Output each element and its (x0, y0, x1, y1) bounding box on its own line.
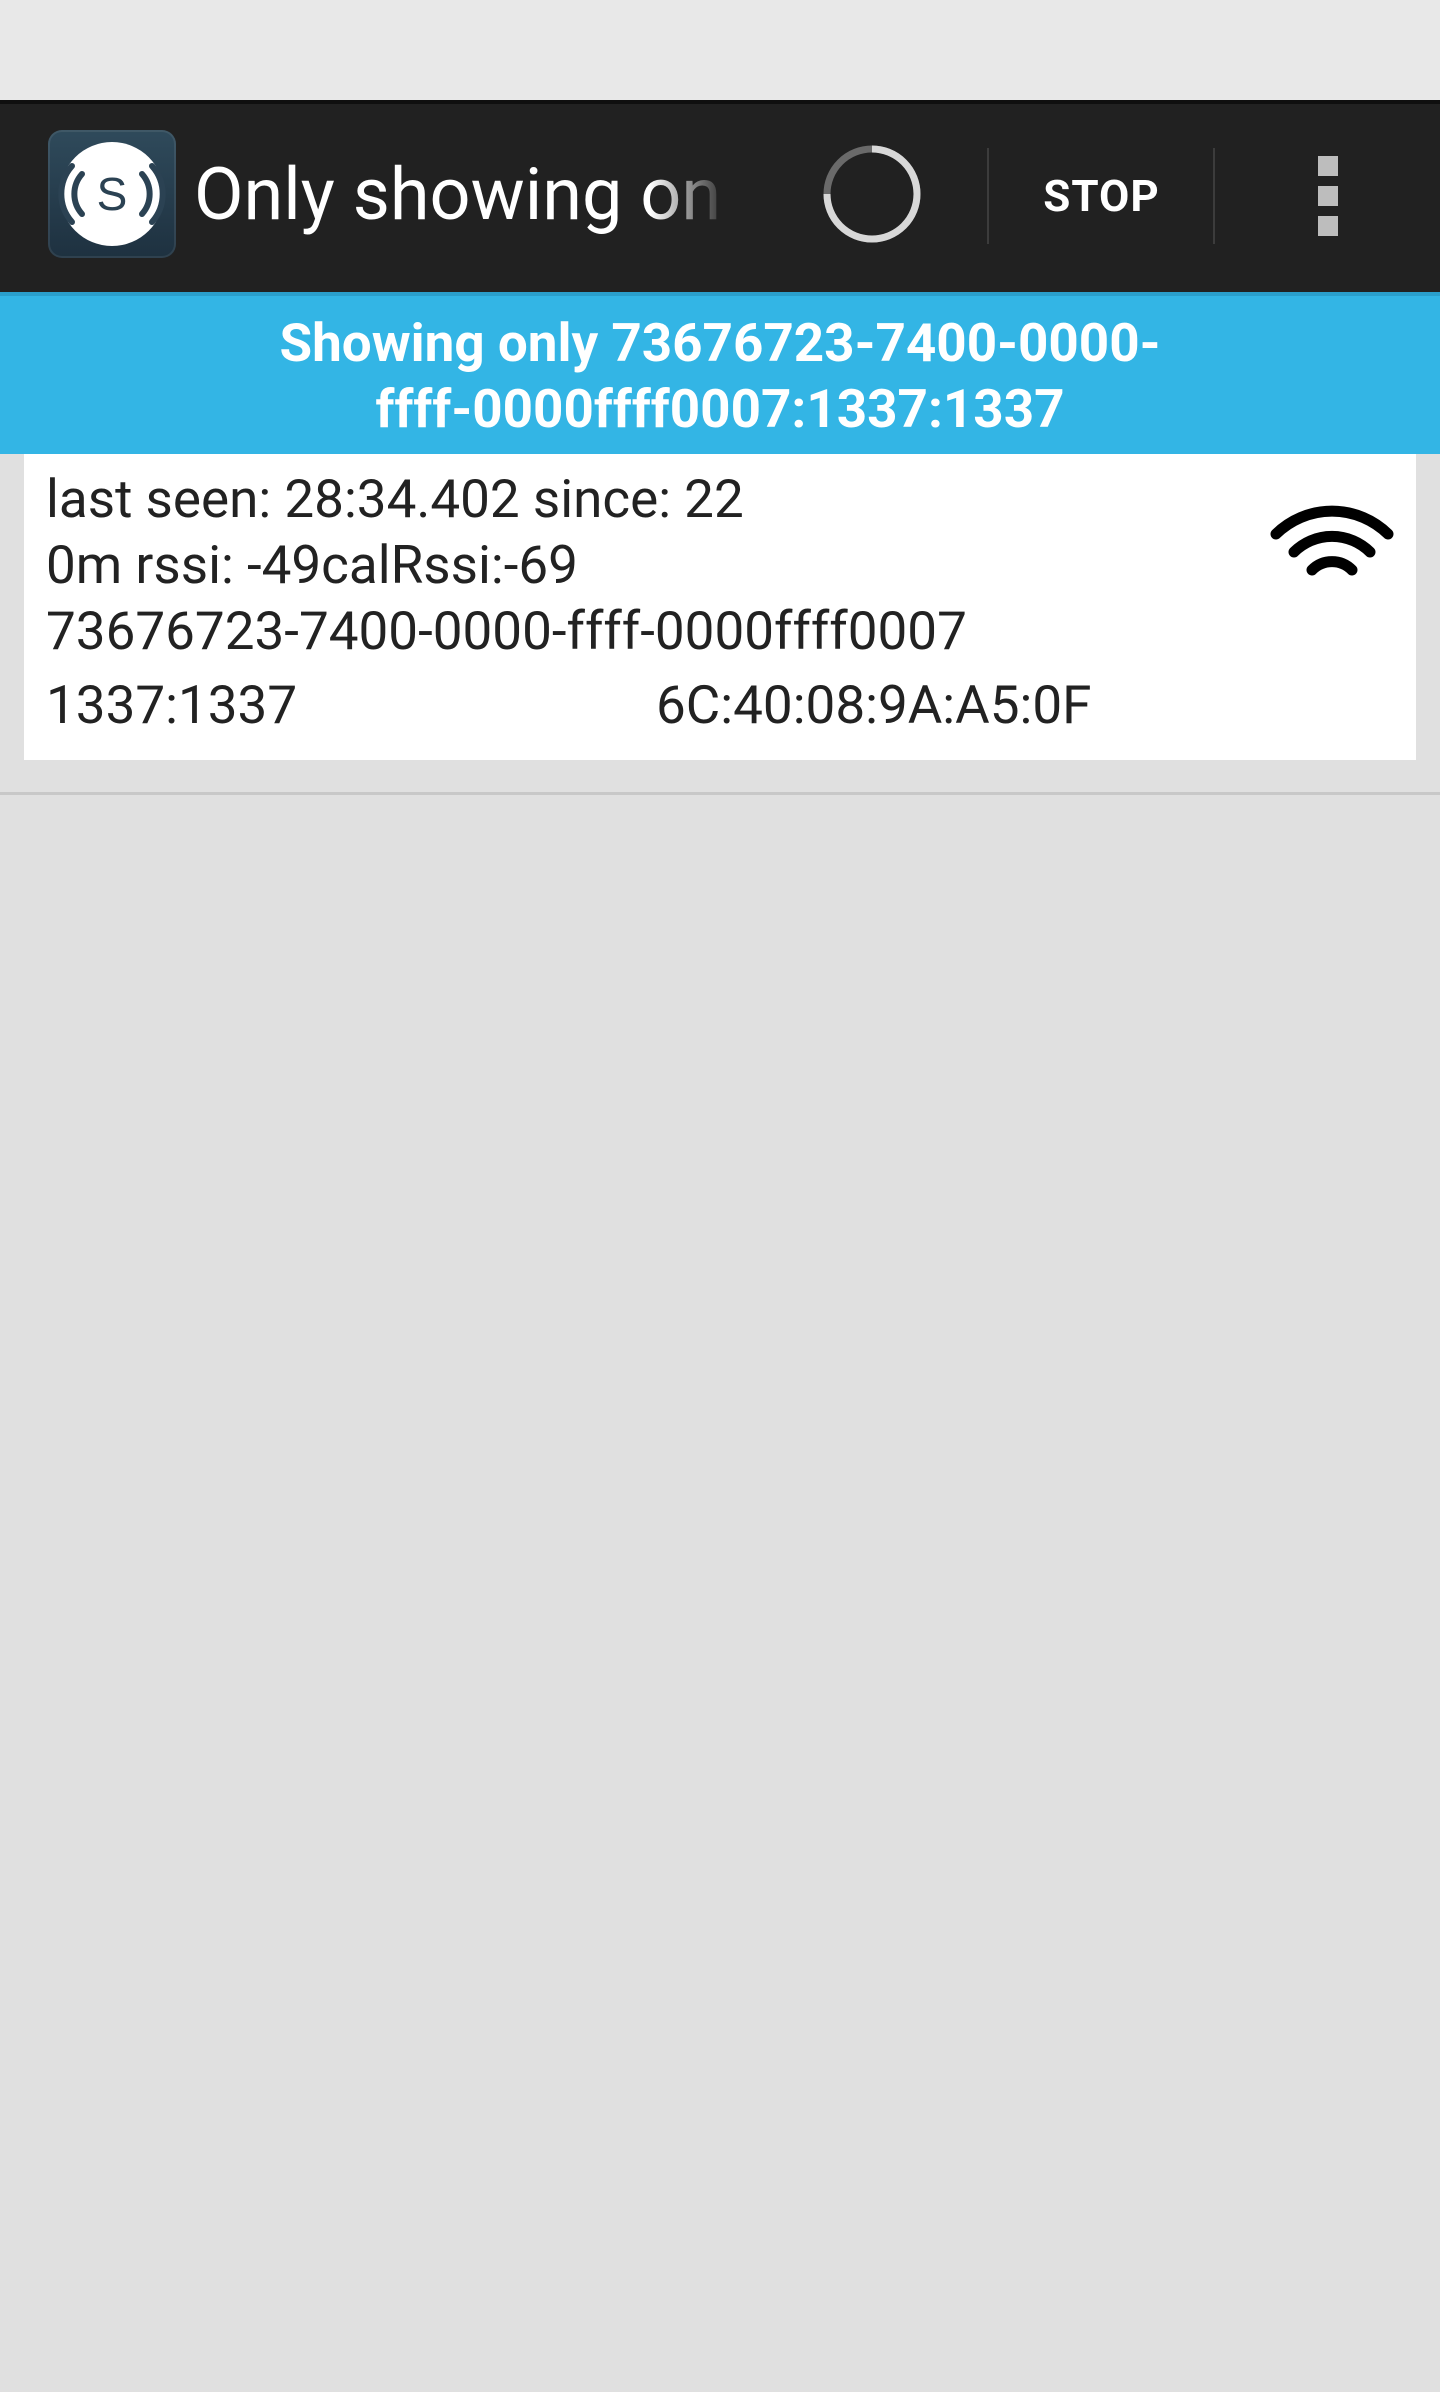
beacon-major-minor: 1337:1337 (46, 674, 298, 736)
banner-line-2: ffff-0000ffff0007:1337:1337 (375, 378, 1065, 440)
svg-text:S: S (97, 168, 128, 220)
action-bar-title: Only showing on (194, 152, 722, 237)
filter-banner: Showing only 73676723-7400-0000- ffff-00… (0, 292, 1440, 454)
stop-button[interactable]: STOP (990, 100, 1213, 292)
status-bar (0, 0, 1440, 100)
beacon-last-seen: last seen: 28:34.402 since: 22 (46, 468, 744, 530)
title-fade (650, 150, 730, 240)
beacon-mac-address: 6C:40:08:9A:A5:0F (656, 674, 1092, 736)
progress-spinner-icon (823, 145, 921, 243)
list-divider (0, 792, 1440, 795)
beacon-rssi: 0m rssi: -49calRssi:-69 (46, 534, 578, 596)
beacon-uuid: 73676723-7400-0000-ffff-0000ffff0007 (46, 600, 967, 662)
wifi-signal-icon (1270, 505, 1394, 576)
overflow-menu-button[interactable] (1216, 100, 1440, 292)
action-divider (1213, 148, 1215, 244)
signal-s-app-icon[interactable]: S (48, 130, 176, 258)
action-divider (987, 148, 989, 244)
banner-line-1: Showing only 73676723-7400-0000- (279, 312, 1161, 374)
beacon-list-item[interactable]: last seen: 28:34.402 since: 22 0m rssi: … (24, 454, 1416, 760)
